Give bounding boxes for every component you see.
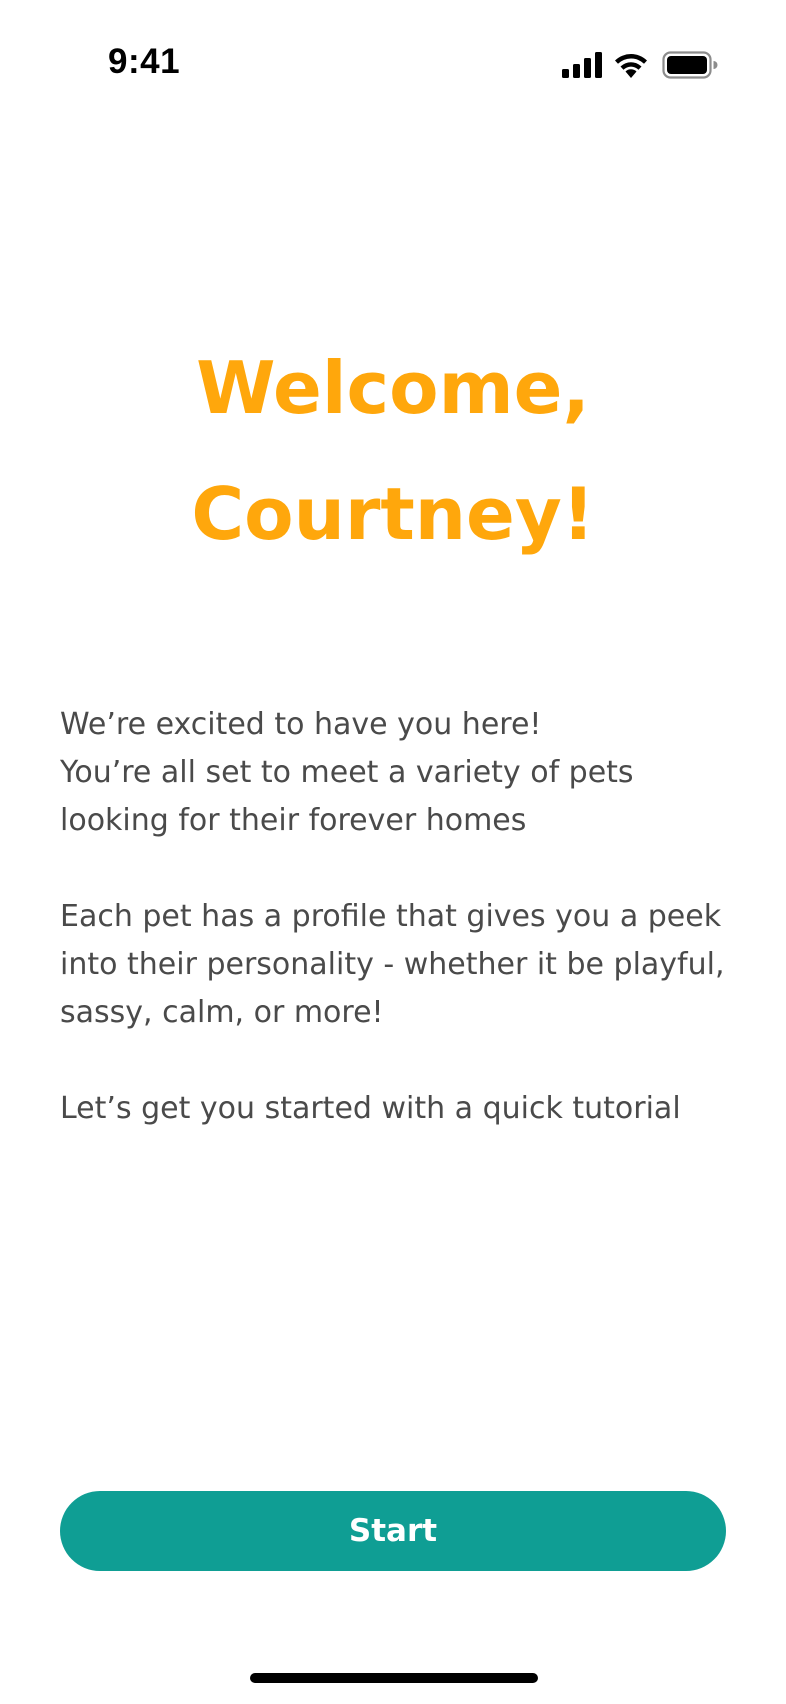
- intro-paragraph-profiles: Each pet has a profile that gives you a …: [60, 899, 725, 1030]
- status-icons: [562, 50, 718, 80]
- start-button[interactable]: Start: [60, 1491, 726, 1571]
- status-time: 9:41: [108, 42, 181, 81]
- user-name: Courtney!: [191, 472, 595, 556]
- welcome-line: Welcome,: [196, 346, 590, 430]
- wifi-icon: [615, 54, 647, 78]
- home-indicator[interactable]: [250, 1673, 538, 1683]
- status-bar: 9:41: [0, 0, 786, 130]
- battery-icon: [662, 51, 718, 79]
- welcome-title: Welcome, Courtney!: [0, 325, 786, 577]
- intro-paragraph-welcome: We’re excited to have you here! You’re a…: [60, 707, 634, 838]
- signal-icon: [562, 52, 602, 78]
- intro-text: We’re excited to have you here! You’re a…: [60, 701, 740, 1133]
- welcome-screen: 9:41 Welcome, Courtney! We’re excited to…: [0, 0, 786, 1704]
- intro-paragraph-tutorial: Let’s get you started with a quick tutor…: [60, 1091, 681, 1126]
